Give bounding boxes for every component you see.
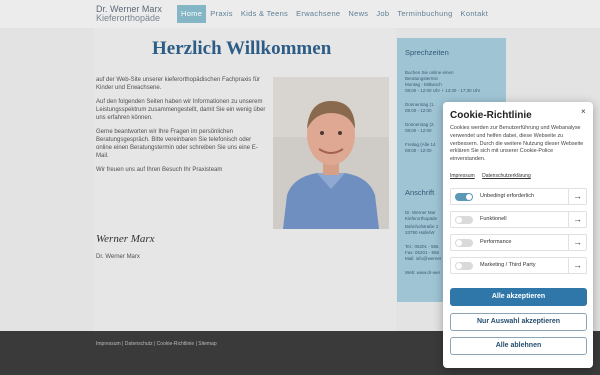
cookie-option-marketing: Marketing / Third Party → (450, 257, 587, 274)
intro-paragraph: Gerne beantworten wir Ihre Fragen im per… (96, 129, 258, 159)
page-title: Herzlich Willkommen (152, 38, 332, 59)
sidebar-line: 08:00 - 12:00 (405, 128, 432, 133)
signature-image: Werner Marx (96, 233, 155, 245)
cookie-description: Cookies werden zur Benutzerführung und W… (450, 125, 584, 163)
signature-name: Dr. Werner Marx (96, 254, 140, 260)
cookie-option-functional: Funktionell → (450, 211, 587, 228)
logo-subtitle: Kieferorthopäde (96, 13, 161, 23)
site-header: Dr. Werner Marx Kieferorthopäde Home Pra… (0, 0, 600, 28)
sidebar-line: 08:00 - 12:00 (405, 148, 432, 153)
address-line: Kieferorthopäde (405, 216, 438, 221)
option-label: Marketing / Third Party (480, 262, 536, 268)
footer-links[interactable]: Impressum | Datenschutz | Cookie-Richtli… (96, 341, 217, 347)
main-nav: Home Praxis Kids & Teens Erwachsene News… (177, 5, 492, 23)
address-title: Anschrift (405, 188, 435, 197)
impressum-link[interactable]: Impressum (450, 173, 475, 179)
arrow-right-icon[interactable]: → (568, 258, 586, 273)
marketing-toggle[interactable] (455, 262, 473, 270)
reject-all-button[interactable]: Alle ablehnen (450, 337, 587, 355)
arrow-right-icon[interactable]: → (568, 212, 586, 227)
intro-paragraph: Auf den folgenden Seiten haben wir Infor… (96, 99, 266, 121)
datenschutz-link[interactable]: Datenschutzerklärung (482, 173, 531, 179)
address-line: 33790 Halle/W (405, 230, 435, 235)
nav-news[interactable]: News (344, 5, 372, 23)
intro-text: auf der Web-Site unserer kieferorthopädi… (96, 76, 268, 180)
nav-home[interactable]: Home (177, 5, 207, 23)
accept-all-button[interactable]: Alle akzeptieren (450, 288, 587, 306)
nav-kids-teens[interactable]: Kids & Teens (237, 5, 292, 23)
cookie-title: Cookie-Richtlinie (450, 110, 532, 121)
option-label: Funktionell (480, 216, 507, 222)
arrow-right-icon[interactable]: → (568, 235, 586, 250)
nav-praxis[interactable]: Praxis (206, 5, 237, 23)
nav-erwachsene[interactable]: Erwachsene (292, 5, 344, 23)
address-line[interactable]: Mail: info@werner (405, 256, 441, 262)
cookie-option-performance: Performance → (450, 234, 587, 251)
sidebar-line: 08:00 - 12:00 Uhr + 13:30 - 17:30 Uhr (405, 88, 481, 93)
nav-kontakt[interactable]: Kontakt (457, 5, 493, 23)
accept-selection-button[interactable]: Nur Auswahl akzeptieren (450, 313, 587, 331)
option-label: Unbedingt erforderlich (480, 193, 535, 199)
arrow-right-icon[interactable]: → (568, 189, 586, 204)
intro-paragraph: Wir freuen uns auf Ihren Besuch Ihr Prax… (96, 167, 223, 173)
cookie-option-necessary: Unbedingt erforderlich → (450, 188, 587, 205)
site-logo[interactable]: Dr. Werner Marx Kieferorthopäde (96, 5, 162, 23)
cookie-links: Impressum Datenschutzerklärung (450, 173, 537, 179)
close-icon[interactable]: × (581, 107, 586, 116)
functional-toggle[interactable] (455, 216, 473, 224)
necessary-toggle[interactable] (455, 193, 473, 201)
sidebar-title: Sprechzeiten (405, 48, 449, 57)
performance-toggle[interactable] (455, 239, 473, 247)
intro-paragraph: auf der Web-Site unserer kieferorthopädi… (96, 77, 260, 91)
sidebar-line: 08:00 - 12:00 (405, 108, 432, 113)
address-line[interactable]: Web: www.dr-wer (405, 270, 440, 276)
nav-job[interactable]: Job (372, 5, 393, 23)
nav-terminbuchung[interactable]: Terminbuchung (393, 5, 456, 23)
cookie-dialog: Cookie-Richtlinie × Cookies werden zur B… (443, 102, 593, 368)
option-label: Performance (480, 239, 512, 245)
doctor-portrait (273, 77, 389, 229)
